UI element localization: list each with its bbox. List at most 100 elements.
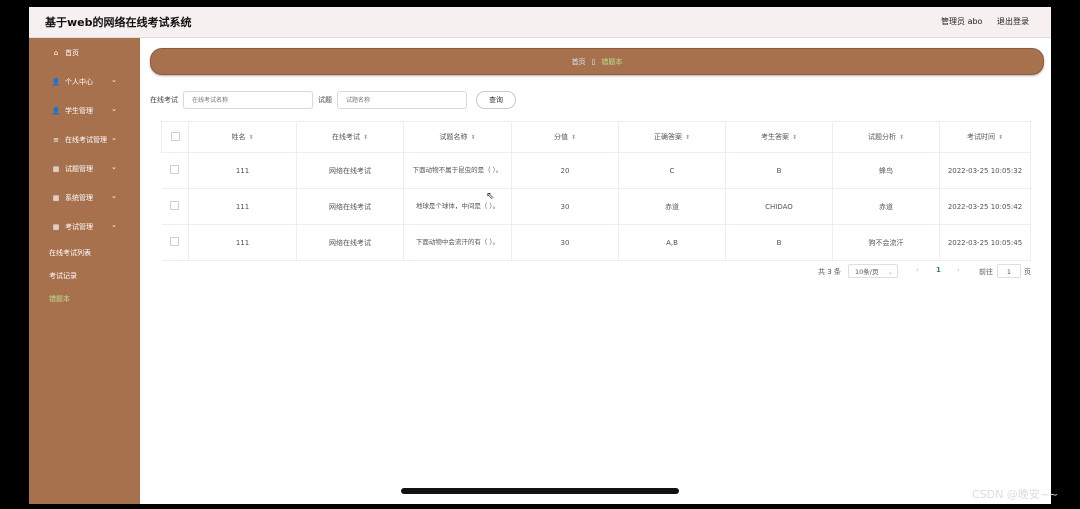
breadcrumb: 首页 ▯ 错题本 (150, 48, 1044, 75)
goto-label: 前往 (979, 268, 993, 276)
pagination: 共 3 条 10条/页 ⌄ ‹ 1 › 前往 1 页 (140, 264, 1031, 280)
chevron-down-icon: ⌄ (111, 163, 117, 171)
row-checkbox[interactable] (170, 165, 180, 174)
cell-exam: 网络在线考试 (296, 224, 404, 261)
cell-correct: A,B (618, 224, 726, 261)
breadcrumb-separator: ▯ (591, 57, 596, 66)
app-title: 基于web的网络在线考试系统 (45, 16, 192, 29)
cell-time: 2022-03-25 10:05:45 (939, 224, 1031, 261)
cell-answer: CHIDAO (725, 188, 833, 225)
sidebar-item-label: 系统管理 (65, 193, 93, 202)
goto-page-input[interactable]: 1 (997, 264, 1021, 278)
cell-question: 地球是个球体，中间是（ ）。 (403, 188, 512, 225)
row-select-cell (161, 224, 189, 261)
sidebar-item-label: 个人中心 (65, 77, 93, 86)
sidebar-item-6[interactable]: ▦ 考试管理 ⌄ (29, 212, 140, 241)
sidebar-subitem-0[interactable]: 在线考试列表 (29, 241, 140, 264)
column-header[interactable]: 正确答案 ⬍ (618, 121, 726, 153)
cell-correct: 赤道 (618, 188, 726, 225)
search-button[interactable]: 查询 (476, 91, 516, 109)
sort-icon[interactable]: ⬍ (998, 134, 1003, 141)
cell-exam: 网络在线考试 (296, 188, 404, 225)
cell-score: 20 (511, 152, 619, 189)
page-size-select[interactable]: 10条/页 ⌄ (848, 264, 898, 278)
exam-search-label: 在线考试 (150, 96, 178, 104)
sidebar-item-3[interactable]: ≡ 在线考试管理 ⌄ (29, 125, 140, 154)
cell-question: 下面动物中会流汗的有（ ）。 (403, 224, 512, 261)
sidebar-item-1[interactable]: 👤 个人中心 ⌄ (29, 67, 140, 96)
chevron-down-icon: ⌄ (111, 76, 117, 84)
table-row: 111 网络在线考试 下面动物中会流汗的有（ ）。 30 A,B B 狗不会流汗 2022-0… (161, 224, 1031, 261)
sort-icon[interactable]: ⬍ (248, 134, 253, 141)
cell-analysis: 蜂鸟 (832, 152, 940, 189)
sidebar-item-4[interactable]: ▦ 试题管理 ⌄ (29, 154, 140, 183)
row-checkbox[interactable] (170, 237, 180, 246)
column-header[interactable]: 分值 ⬍ (511, 121, 619, 153)
page-number-1[interactable]: 1 (936, 266, 941, 274)
sidebar-item-label: 首页 (65, 48, 79, 57)
page-size-value: 10条/页 (855, 268, 879, 276)
row-select-cell (161, 152, 189, 189)
app-screen: 基于web的网络在线考试系统 管理员 abo 退出登录 ⌂ 首页 👤 个人中心 ⌄ 👤 学生… (29, 7, 1051, 504)
column-header[interactable]: 试题名称 ⬍ (403, 121, 512, 153)
question-search-label: 试题 (318, 96, 332, 104)
sidebar-subitem-2[interactable]: 错题本 (29, 287, 140, 310)
select-all-checkbox[interactable] (170, 131, 180, 141)
cell-time: 2022-03-25 10:05:42 (939, 188, 1031, 225)
next-page-button[interactable]: › (957, 266, 960, 274)
chevron-down-icon: ⌄ (111, 221, 117, 229)
main-content: 首页 ▯ 错题本 在线考试 试题 查询 姓名⬍在线考试⬍试题名称⬍分值⬍正确答案… (140, 38, 1051, 504)
sidebar-item-label: 在线考试管理 (65, 135, 107, 144)
wrong-questions-table: 姓名 ⬍ 在线考试 ⬍ 试题名称 ⬍ 分值 ⬍ 正确答案 ⬍ 考生答案 ⬍ 试题分析 ⬍ 考试时间 ⬍ 111… (161, 121, 1031, 261)
cell-analysis: 赤道 (832, 188, 940, 225)
cell-name: 111 (188, 224, 297, 261)
question-search-input[interactable] (337, 91, 467, 109)
sidebar-item-5[interactable]: ▦ 系统管理 ⌄ (29, 183, 140, 212)
sidebar-subitem-1[interactable]: 考试记录 (29, 264, 140, 287)
cell-name: 111 (188, 188, 297, 225)
sort-icon[interactable]: ⬍ (363, 134, 368, 141)
column-header[interactable]: 姓名 ⬍ (188, 121, 297, 153)
pagination-total: 共 3 条 (818, 268, 841, 276)
table-header-row: 姓名 ⬍ 在线考试 ⬍ 试题名称 ⬍ 分值 ⬍ 正确答案 ⬍ 考生答案 ⬍ 试题分析 ⬍ 考试时间 ⬍ (161, 121, 1031, 153)
mouse-cursor-icon: ⇖ (486, 191, 495, 202)
sidebar-item-2[interactable]: 👤 学生管理 ⌄ (29, 96, 140, 125)
sidebar-item-0[interactable]: ⌂ 首页 (29, 38, 140, 67)
column-header[interactable]: 考试时间 ⬍ (939, 121, 1031, 153)
watermark: CSDN @晚安~~ (972, 488, 1059, 501)
grid-icon: ▦ (52, 164, 60, 173)
sort-icon[interactable]: ⬍ (470, 134, 475, 141)
user-icon: 👤 (51, 77, 61, 86)
sort-icon[interactable]: ⬍ (685, 134, 690, 141)
row-checkbox[interactable] (170, 201, 180, 210)
cell-question: 下面动物不属于昆虫的是（ ）。 (403, 152, 512, 189)
table-row: 111 网络在线考试 下面动物不属于昆虫的是（ ）。 20 C B 蜂鸟 2022-03-25… (161, 152, 1031, 189)
cell-name: 111 (188, 152, 297, 189)
column-header[interactable]: 考生答案 ⬍ (725, 121, 833, 153)
breadcrumb-current: 错题本 (601, 57, 623, 66)
sort-icon[interactable]: ⬍ (571, 134, 576, 141)
table-row: 111 网络在线考试 地球是个球体，中间是（ ）。 30 赤道 CHIDAO 赤道 2022-… (161, 188, 1031, 225)
select-all-cell (161, 121, 189, 153)
chevron-down-icon: ⌄ (111, 192, 117, 200)
exam-search-input[interactable] (183, 91, 313, 109)
prev-page-button[interactable]: ‹ (916, 266, 919, 274)
home-indicator (401, 488, 679, 494)
column-header[interactable]: 在线考试 ⬍ (296, 121, 404, 153)
cell-time: 2022-03-25 10:05:32 (939, 152, 1031, 189)
cell-correct: C (618, 152, 726, 189)
sidebar-item-label: 试题管理 (65, 164, 93, 173)
chevron-down-icon: ⌄ (111, 134, 117, 142)
sidebar-item-label: 学生管理 (65, 106, 93, 115)
sort-icon[interactable]: ⬍ (792, 134, 797, 141)
cell-answer: B (725, 224, 833, 261)
breadcrumb-home[interactable]: 首页 (572, 57, 586, 67)
cell-analysis: 狗不会流汗 (832, 224, 940, 261)
sort-icon[interactable]: ⬍ (899, 134, 904, 141)
cell-answer: B (725, 152, 833, 189)
search-bar: 在线考试 试题 查询 (150, 90, 516, 110)
list-icon: ≡ (53, 135, 59, 144)
page-unit-label: 页 (1024, 268, 1031, 276)
logout-link[interactable]: 退出登录 (997, 17, 1029, 26)
column-header[interactable]: 试题分析 ⬍ (832, 121, 940, 153)
